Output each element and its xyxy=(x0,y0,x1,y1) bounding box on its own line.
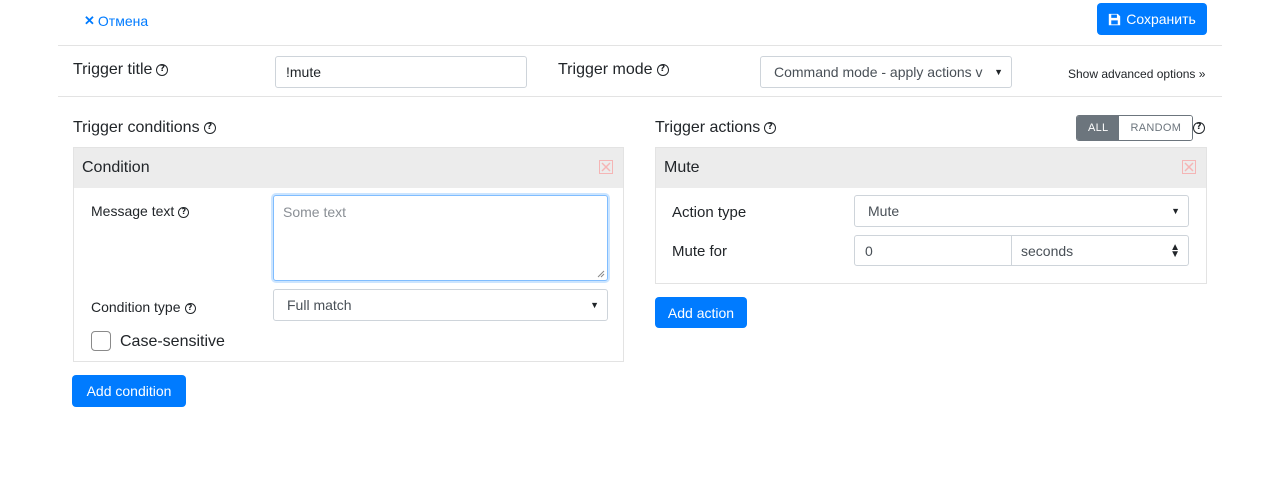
divider xyxy=(58,96,1222,97)
close-icon[interactable] xyxy=(599,160,613,174)
help-icon[interactable]: ? xyxy=(656,63,669,76)
sort-icon: ▲ ▼ xyxy=(1170,241,1180,260)
action-panel-header: Mute xyxy=(656,148,1206,188)
action-type-label: Action type xyxy=(672,204,747,221)
chevron-down-icon: ▼ xyxy=(1171,206,1180,216)
trigger-conditions-label: Trigger conditions? xyxy=(73,119,216,137)
trigger-mode-select[interactable]: Command mode - apply actions v ▼ xyxy=(760,56,1012,88)
message-text-placeholder: Some text xyxy=(283,204,347,220)
trigger-mode-label: Trigger mode? xyxy=(558,61,669,79)
condition-type-label: Condition type? xyxy=(91,299,196,315)
add-condition-button[interactable]: Add condition xyxy=(72,375,186,407)
help-icon[interactable]: ? xyxy=(178,206,190,218)
resize-handle-icon[interactable] xyxy=(597,270,605,278)
trigger-actions-label: Trigger actions? xyxy=(655,119,777,137)
mute-unit-value: seconds xyxy=(1021,242,1074,259)
help-icon[interactable]: ? xyxy=(764,121,777,134)
message-text-textarea[interactable]: Some text xyxy=(273,195,608,281)
help-icon[interactable]: ? xyxy=(1193,122,1205,134)
chevron-down-icon: ▼ xyxy=(590,300,599,310)
condition-type-select[interactable]: Full match ▼ xyxy=(273,289,608,321)
trigger-title-input[interactable]: !mute xyxy=(275,56,527,88)
case-sensitive-checkbox[interactable] xyxy=(91,331,111,351)
condition-type-value: Full match xyxy=(287,297,352,313)
case-sensitive-label[interactable]: Case-sensitive xyxy=(120,333,225,351)
cancel-link[interactable]: ✕ Отмена xyxy=(84,13,148,29)
mute-for-input[interactable]: 0 xyxy=(854,235,1012,266)
action-mode-random[interactable]: RANDOM xyxy=(1119,116,1193,140)
save-button[interactable]: Сохранить xyxy=(1097,3,1207,35)
condition-panel: Condition Message text? Some text Condit… xyxy=(73,147,624,362)
message-text-label: Message text? xyxy=(91,203,190,219)
divider xyxy=(58,45,1222,46)
trigger-title-label: Trigger title? xyxy=(73,61,169,79)
mute-unit-select[interactable]: seconds ▲ ▼ xyxy=(1011,235,1189,266)
action-type-select[interactable]: Mute ▼ xyxy=(854,195,1189,227)
close-icon[interactable] xyxy=(1182,160,1196,174)
action-mode-toggle: ALL RANDOM xyxy=(1076,115,1194,141)
help-icon[interactable]: ? xyxy=(184,302,196,314)
condition-panel-header: Condition xyxy=(74,148,623,188)
action-type-value: Mute xyxy=(868,203,900,219)
mute-for-label: Mute for xyxy=(672,243,728,260)
condition-panel-title: Condition xyxy=(82,159,150,176)
action-mode-all[interactable]: ALL xyxy=(1077,116,1120,140)
action-panel: Mute Action type Mute ▼ Mute for 0 secon… xyxy=(655,147,1207,284)
save-label: Сохранить xyxy=(1126,11,1196,27)
trigger-mode-value: Command mode - apply actions v xyxy=(774,64,983,80)
action-panel-title: Mute xyxy=(664,159,700,176)
cancel-label: Отмена xyxy=(97,13,149,29)
chevron-down-icon: ▼ xyxy=(994,67,1003,77)
add-action-button[interactable]: Add action xyxy=(655,297,747,328)
help-icon[interactable]: ? xyxy=(203,121,216,134)
save-icon xyxy=(1109,13,1121,25)
help-icon[interactable]: ? xyxy=(156,63,169,76)
show-advanced-link[interactable]: Show advanced options » xyxy=(1068,67,1205,81)
times-icon: ✕ xyxy=(84,13,95,28)
